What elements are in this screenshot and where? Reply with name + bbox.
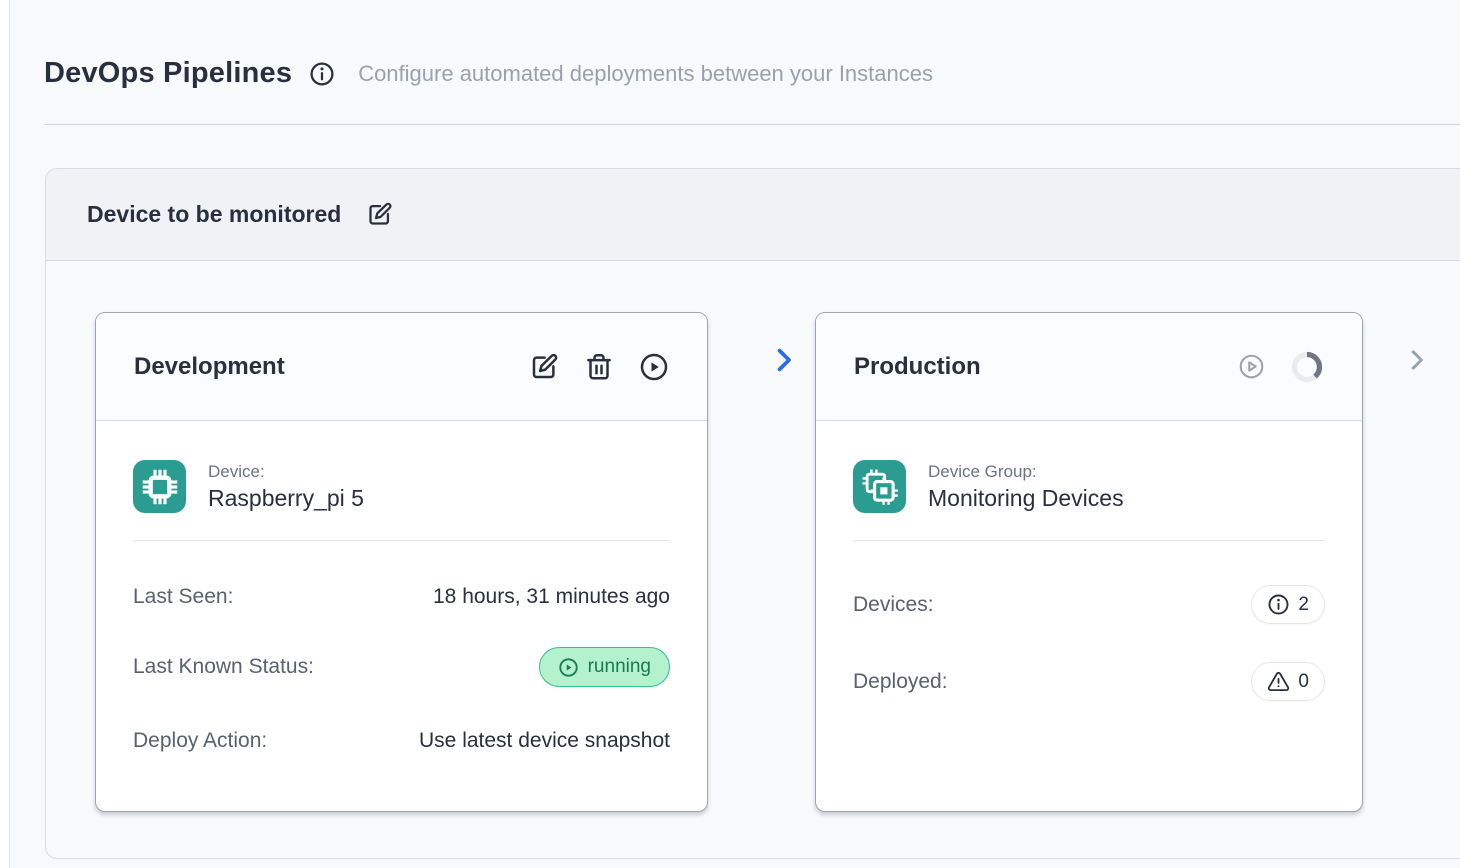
deployed-row: Deployed: 0	[853, 662, 1325, 701]
edit-pipeline-icon[interactable]	[366, 201, 393, 228]
loading-spinner-icon	[1290, 350, 1324, 384]
deploy-action-value: Use latest device snapshot	[419, 729, 670, 753]
header-divider	[44, 124, 1460, 125]
pipeline-flow-chevron-icon	[769, 345, 799, 375]
devices-count: 2	[1298, 594, 1309, 616]
development-instance-card: Development	[95, 312, 708, 812]
production-card-header: Production	[816, 313, 1362, 421]
edit-instance-icon[interactable]	[529, 352, 559, 382]
device-name: Raspberry_pi 5	[208, 485, 364, 512]
device-label: Device:	[208, 462, 364, 482]
deploy-action-row: Deploy Action: Use latest device snapsho…	[133, 729, 670, 753]
development-card-header: Development	[96, 313, 707, 421]
development-title: Development	[134, 353, 285, 381]
pipeline-panel-body: Development	[46, 261, 1460, 859]
development-actions	[529, 352, 669, 382]
production-instance-card: Production	[815, 312, 1363, 812]
last-known-status-row: Last Known Status: running	[133, 647, 670, 687]
pipeline-panel: Device to be monitored Development	[45, 168, 1460, 859]
deploy-action-label: Deploy Action:	[133, 729, 267, 753]
status-badge-label: running	[588, 656, 651, 678]
run-pipeline-disabled-icon	[1238, 353, 1265, 380]
last-seen-value: 18 hours, 31 minutes ago	[433, 585, 670, 609]
last-seen-label: Last Seen:	[133, 585, 233, 609]
production-card-body: Device Group: Monitoring Devices Devices…	[816, 460, 1362, 701]
run-pipeline-icon[interactable]	[639, 352, 669, 382]
last-seen-row: Last Seen: 18 hours, 31 minutes ago	[133, 585, 670, 609]
page-title: DevOps Pipelines	[44, 57, 292, 90]
page-header: DevOps Pipelines Configure automated dep…	[44, 57, 933, 90]
device-group-info: Device Group: Monitoring Devices	[928, 462, 1124, 512]
card-divider	[853, 540, 1325, 541]
pipeline-panel-header: Device to be monitored	[46, 169, 1460, 261]
device-group-name: Monitoring Devices	[928, 485, 1124, 512]
development-card-body: Device: Raspberry_pi 5 Last Seen: 18 hou…	[96, 460, 707, 753]
next-stage-chevron-icon[interactable]	[1402, 345, 1432, 375]
devices-label: Devices:	[853, 593, 934, 617]
production-actions	[1238, 350, 1324, 384]
status-badge: running	[539, 647, 670, 687]
deployed-count-badge[interactable]: 0	[1251, 662, 1325, 701]
last-known-status-label: Last Known Status:	[133, 655, 314, 679]
devices-row: Devices: 2	[853, 585, 1325, 624]
production-title: Production	[854, 353, 981, 381]
device-group-row: Device Group: Monitoring Devices	[853, 460, 1325, 513]
info-icon[interactable]	[309, 61, 335, 87]
devices-count-badge[interactable]: 2	[1251, 585, 1325, 624]
device-group-label: Device Group:	[928, 462, 1124, 482]
page-subtitle: Configure automated deployments between …	[358, 61, 933, 87]
deployed-label: Deployed:	[853, 670, 948, 694]
deployed-count: 0	[1298, 671, 1309, 693]
device-info: Device: Raspberry_pi 5	[208, 462, 364, 512]
device-chip-icon	[133, 460, 186, 513]
delete-instance-icon[interactable]	[584, 352, 614, 382]
card-divider	[133, 540, 670, 541]
device-group-chip-icon	[853, 460, 906, 513]
device-row: Device: Raspberry_pi 5	[133, 460, 670, 513]
pipeline-title: Device to be monitored	[87, 201, 341, 228]
